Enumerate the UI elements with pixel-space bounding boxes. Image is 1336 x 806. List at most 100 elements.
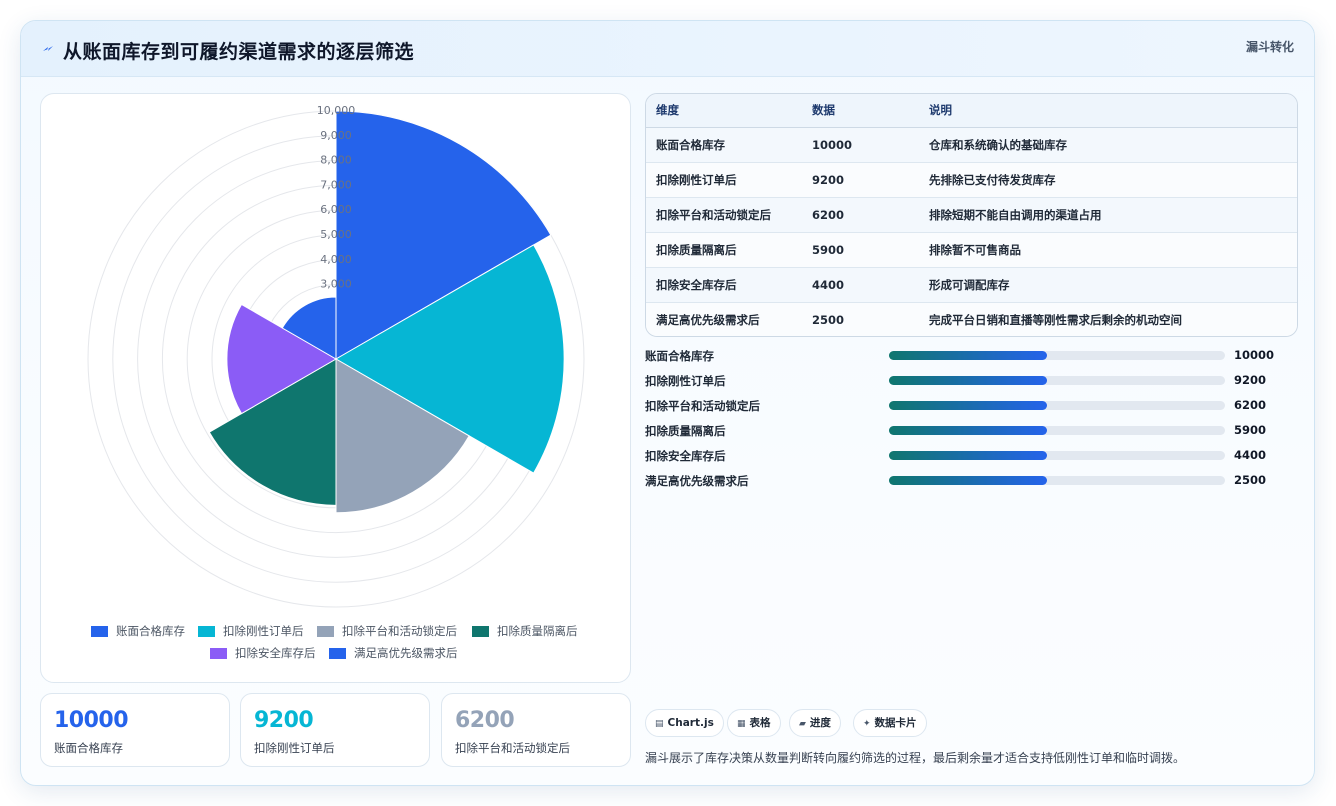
progress-track [889, 351, 1225, 360]
data-table-container: 维度 数据 说明 账面合格库存 10000 仓库和系统确认的基础库存 扣除刚性订单后… [645, 93, 1298, 337]
legend-swatch [198, 626, 215, 637]
chart-icon: ▤ [655, 719, 664, 729]
pill-label: 表格 [749, 717, 771, 729]
stat-value: 9200 [254, 708, 314, 733]
progress-row: 扣除平台和活动锁定后 6200 [645, 395, 1305, 420]
progress-track [889, 426, 1225, 435]
pill-label: Chart.js [667, 717, 714, 729]
pill-label: 进度 [809, 717, 831, 729]
r-tick-label: 5,000 [320, 228, 352, 241]
row-value: 10000 [802, 127, 919, 163]
data-table: 维度 数据 说明 账面合格库存 10000 仓库和系统确认的基础库存 扣除刚性订单后… [646, 94, 1297, 336]
funnel-icon [43, 46, 53, 51]
progress-value: 6200 [1234, 398, 1267, 412]
pill-label: 数据卡片 [874, 717, 917, 729]
pill-table[interactable]: ▦ 表格 [727, 709, 781, 737]
stat-label: 扣除平台和活动锁定后 [455, 741, 570, 755]
pill-chartjs[interactable]: ▤ Chart.js [645, 709, 724, 737]
table-header-row: 维度 数据 说明 [646, 94, 1297, 128]
legend-label: 满足高优先级需求后 [354, 646, 458, 660]
progress-value: 9200 [1234, 373, 1267, 387]
row-description: 形成可调配库存 [919, 267, 1297, 303]
r-tick-label: 6,000 [320, 203, 352, 216]
r-tick-label: 10,000 [317, 104, 356, 117]
legend-swatch [317, 626, 334, 637]
legend-label: 扣除刚性订单后 [223, 624, 304, 638]
chart-type-tag: 漏斗转化 [1245, 40, 1294, 54]
progress-track [889, 401, 1225, 410]
progress-label: 扣除刚性订单后 [645, 374, 726, 388]
table-row: 扣除安全库存后 4400 形成可调配库存 [646, 267, 1297, 303]
progress-row: 账面合格库存 10000 [645, 345, 1305, 370]
progress-fill [889, 426, 1047, 435]
legend-label: 扣除质量隔离后 [497, 624, 578, 638]
progress-track [889, 451, 1225, 460]
row-description: 排除短期不能自由调用的渠道占用 [919, 197, 1297, 233]
progress-list: 账面合格库存 10000 扣除刚性订单后 9200 扣除平台和活动锁定后 6200 扣除质量… [645, 345, 1305, 495]
pill-progress[interactable]: ▰ 进度 [789, 709, 841, 737]
table-row: 满足高优先级需求后 2500 完成平台日销和直播等刚性需求后剩余的机动空间 [646, 302, 1297, 336]
table-icon: ▦ [737, 719, 746, 729]
pill-data-cards[interactable]: ✦ 数据卡片 [853, 709, 927, 737]
progress-value: 2500 [1234, 473, 1267, 487]
row-description: 完成平台日销和直播等刚性需求后剩余的机动空间 [929, 312, 1182, 327]
r-tick-label: 3,000 [320, 278, 352, 291]
row-description: 先排除已支付待发货库存 [919, 162, 1297, 198]
page-title: 从账面库存到可履约渠道需求的逐层筛选 [63, 41, 415, 63]
legend-swatch [329, 648, 346, 659]
r-tick-label: 7,000 [320, 178, 352, 191]
row-dimension: 扣除平台和活动锁定后 [646, 197, 802, 233]
legend-label: 扣除安全库存后 [235, 646, 316, 660]
row-dimension: 扣除质量隔离后 [646, 232, 802, 268]
progress-value: 4400 [1234, 448, 1267, 462]
progress-value: 10000 [1234, 348, 1275, 362]
stat-label: 账面合格库存 [54, 741, 123, 755]
progress-track [889, 476, 1225, 485]
row-description: 仓库和系统确认的基础库存 [919, 127, 1297, 163]
row-dimension: 扣除刚性订单后 [646, 162, 802, 198]
polar-area-chart[interactable]: 3,000 4,000 5,000 6,000 7,000 8,000 9,000 10,00… [41, 94, 632, 684]
progress-row: 扣除刚性订单后 9200 [645, 370, 1305, 395]
legend-label: 扣除平台和活动锁定后 [342, 624, 457, 638]
progress-fill [889, 376, 1047, 385]
r-tick-label: 4,000 [320, 253, 352, 266]
progress-label: 账面合格库存 [645, 349, 714, 363]
progress-fill [889, 401, 1047, 410]
table-header-data: 数据 [802, 94, 919, 128]
row-value: 2500 [812, 312, 845, 327]
progress-label: 满足高优先级需求后 [645, 474, 749, 488]
card-header: 从账面库存到可履约渠道需求的逐层筛选 漏斗转化 [21, 21, 1314, 77]
row-value: 4400 [802, 267, 919, 303]
progress-value: 5900 [1234, 423, 1267, 437]
legend-swatch [210, 648, 227, 659]
progress-row: 满足高优先级需求后 2500 [645, 470, 1305, 495]
row-dimension: 扣除安全库存后 [646, 267, 802, 303]
stat-value: 10000 [54, 708, 129, 733]
r-tick-label: 8,000 [320, 154, 352, 167]
progress-track [889, 376, 1225, 385]
polar-chart-panel: 3,000 4,000 5,000 6,000 7,000 8,000 9,000 10,00… [40, 93, 631, 683]
table-row: 账面合格库存 10000 仓库和系统确认的基础库存 [646, 127, 1297, 163]
row-description: 排除暂不可售商品 [919, 232, 1297, 268]
legend-swatch [472, 626, 489, 637]
stat-label: 扣除刚性订单后 [254, 741, 335, 755]
table-header-dimension: 维度 [646, 94, 802, 128]
stat-value: 6200 [455, 708, 515, 733]
legend-label: 账面合格库存 [116, 624, 185, 638]
summary-text: 漏斗展示了库存决策从数量判断转向履约筛选的过程，最后剩余量才适合支持低刚性订单和… [645, 751, 1186, 765]
progress-label: 扣除安全库存后 [645, 449, 726, 463]
progress-row: 扣除质量隔离后 5900 [645, 420, 1305, 445]
row-dimension: 账面合格库存 [646, 127, 802, 163]
stat-card: 9200 扣除刚性订单后 [240, 693, 430, 767]
main-card: 从账面库存到可履约渠道需求的逐层筛选 漏斗转化 3,000 4,000 5,000 6… [20, 20, 1315, 786]
progress-icon: ▰ [799, 719, 806, 729]
table-row: 扣除刚性订单后 9200 先排除已支付待发货库存 [646, 162, 1297, 198]
table-row: 扣除平台和活动锁定后 6200 排除短期不能自由调用的渠道占用 [646, 197, 1297, 233]
row-dimension: 满足高优先级需求后 [656, 312, 760, 327]
progress-label: 扣除质量隔离后 [645, 424, 726, 438]
stat-card: 10000 账面合格库存 [40, 693, 230, 767]
progress-fill [889, 451, 1047, 460]
progress-fill [889, 351, 1047, 360]
legend-swatch [91, 626, 108, 637]
row-value: 9200 [802, 162, 919, 198]
